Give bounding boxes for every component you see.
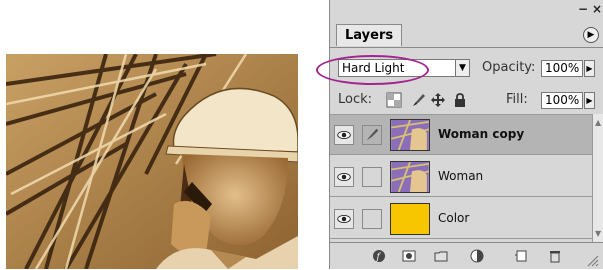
palette-menu-icon[interactable]: ▶ [583, 27, 599, 43]
eye-visibility-icon[interactable] [334, 125, 354, 145]
lock-transparency-icon[interactable] [386, 92, 402, 108]
tab-layers[interactable]: Layers [336, 24, 402, 46]
fill-label: Fill: [506, 92, 528, 107]
layer-name: Woman [438, 169, 484, 183]
eye-visibility-icon[interactable] [334, 209, 354, 229]
layer-row-woman-copy[interactable]: Woman copy [330, 115, 592, 155]
lock-row: Lock: Fill: 100% ▶ [330, 88, 603, 114]
layers-scrollbar[interactable]: ▲ ▼ [592, 114, 603, 242]
layer-name: Color [438, 211, 470, 225]
lock-position-move-icon[interactable] [430, 92, 446, 108]
palette-bottom-toolbar: f [330, 242, 603, 270]
link-cell[interactable] [362, 209, 382, 229]
new-group-folder-icon[interactable] [434, 249, 448, 263]
layer-style-icon[interactable]: f [372, 249, 386, 263]
fill-slider-arrow-icon[interactable]: ▶ [584, 92, 595, 109]
adjustment-layer-icon[interactable] [470, 249, 484, 263]
yellow-fill-thumbnail [390, 203, 430, 235]
highlight-circle-annotation [316, 55, 429, 85]
brush-edit-icon[interactable] [362, 125, 382, 145]
layer-row-woman[interactable]: Woman [330, 157, 592, 197]
scroll-up-icon[interactable]: ▲ [595, 118, 601, 127]
layers-palette: − × Layers ▶ Hard Light ▼ Opacity: 100% … [316, 0, 603, 270]
blend-mode-dropdown-icon[interactable]: ▼ [455, 59, 470, 77]
layer-row-color[interactable]: Color [330, 199, 592, 239]
eye-visibility-icon[interactable] [334, 167, 354, 187]
opacity-input[interactable]: 100% [541, 60, 583, 77]
new-layer-icon[interactable] [514, 249, 528, 263]
trash-icon[interactable] [548, 249, 562, 263]
woman-thumbnail [390, 161, 430, 193]
lock-image-brush-icon[interactable] [410, 92, 426, 108]
scroll-down-icon[interactable]: ▼ [595, 229, 601, 238]
layer-mask-icon[interactable] [402, 249, 416, 263]
opacity-slider-arrow-icon[interactable]: ▶ [584, 60, 595, 77]
resize-grip-icon[interactable] [585, 253, 599, 267]
close-icon[interactable]: × [592, 2, 602, 16]
layers-list: Woman copy Woman Color [330, 114, 592, 243]
palette-tab-row: Layers ▶ [330, 22, 603, 48]
link-cell[interactable] [362, 167, 382, 187]
minimize-icon[interactable]: − [578, 2, 588, 16]
construction-worker-photo [6, 54, 298, 269]
woman-thumbnail [390, 119, 430, 151]
palette-titlebar: − × [330, 0, 603, 22]
layer-name: Woman copy [438, 127, 525, 141]
opacity-label: Opacity: [482, 60, 536, 75]
lock-label: Lock: [338, 92, 373, 107]
fill-input[interactable]: 100% [541, 92, 583, 109]
lock-all-padlock-icon[interactable] [452, 92, 468, 108]
